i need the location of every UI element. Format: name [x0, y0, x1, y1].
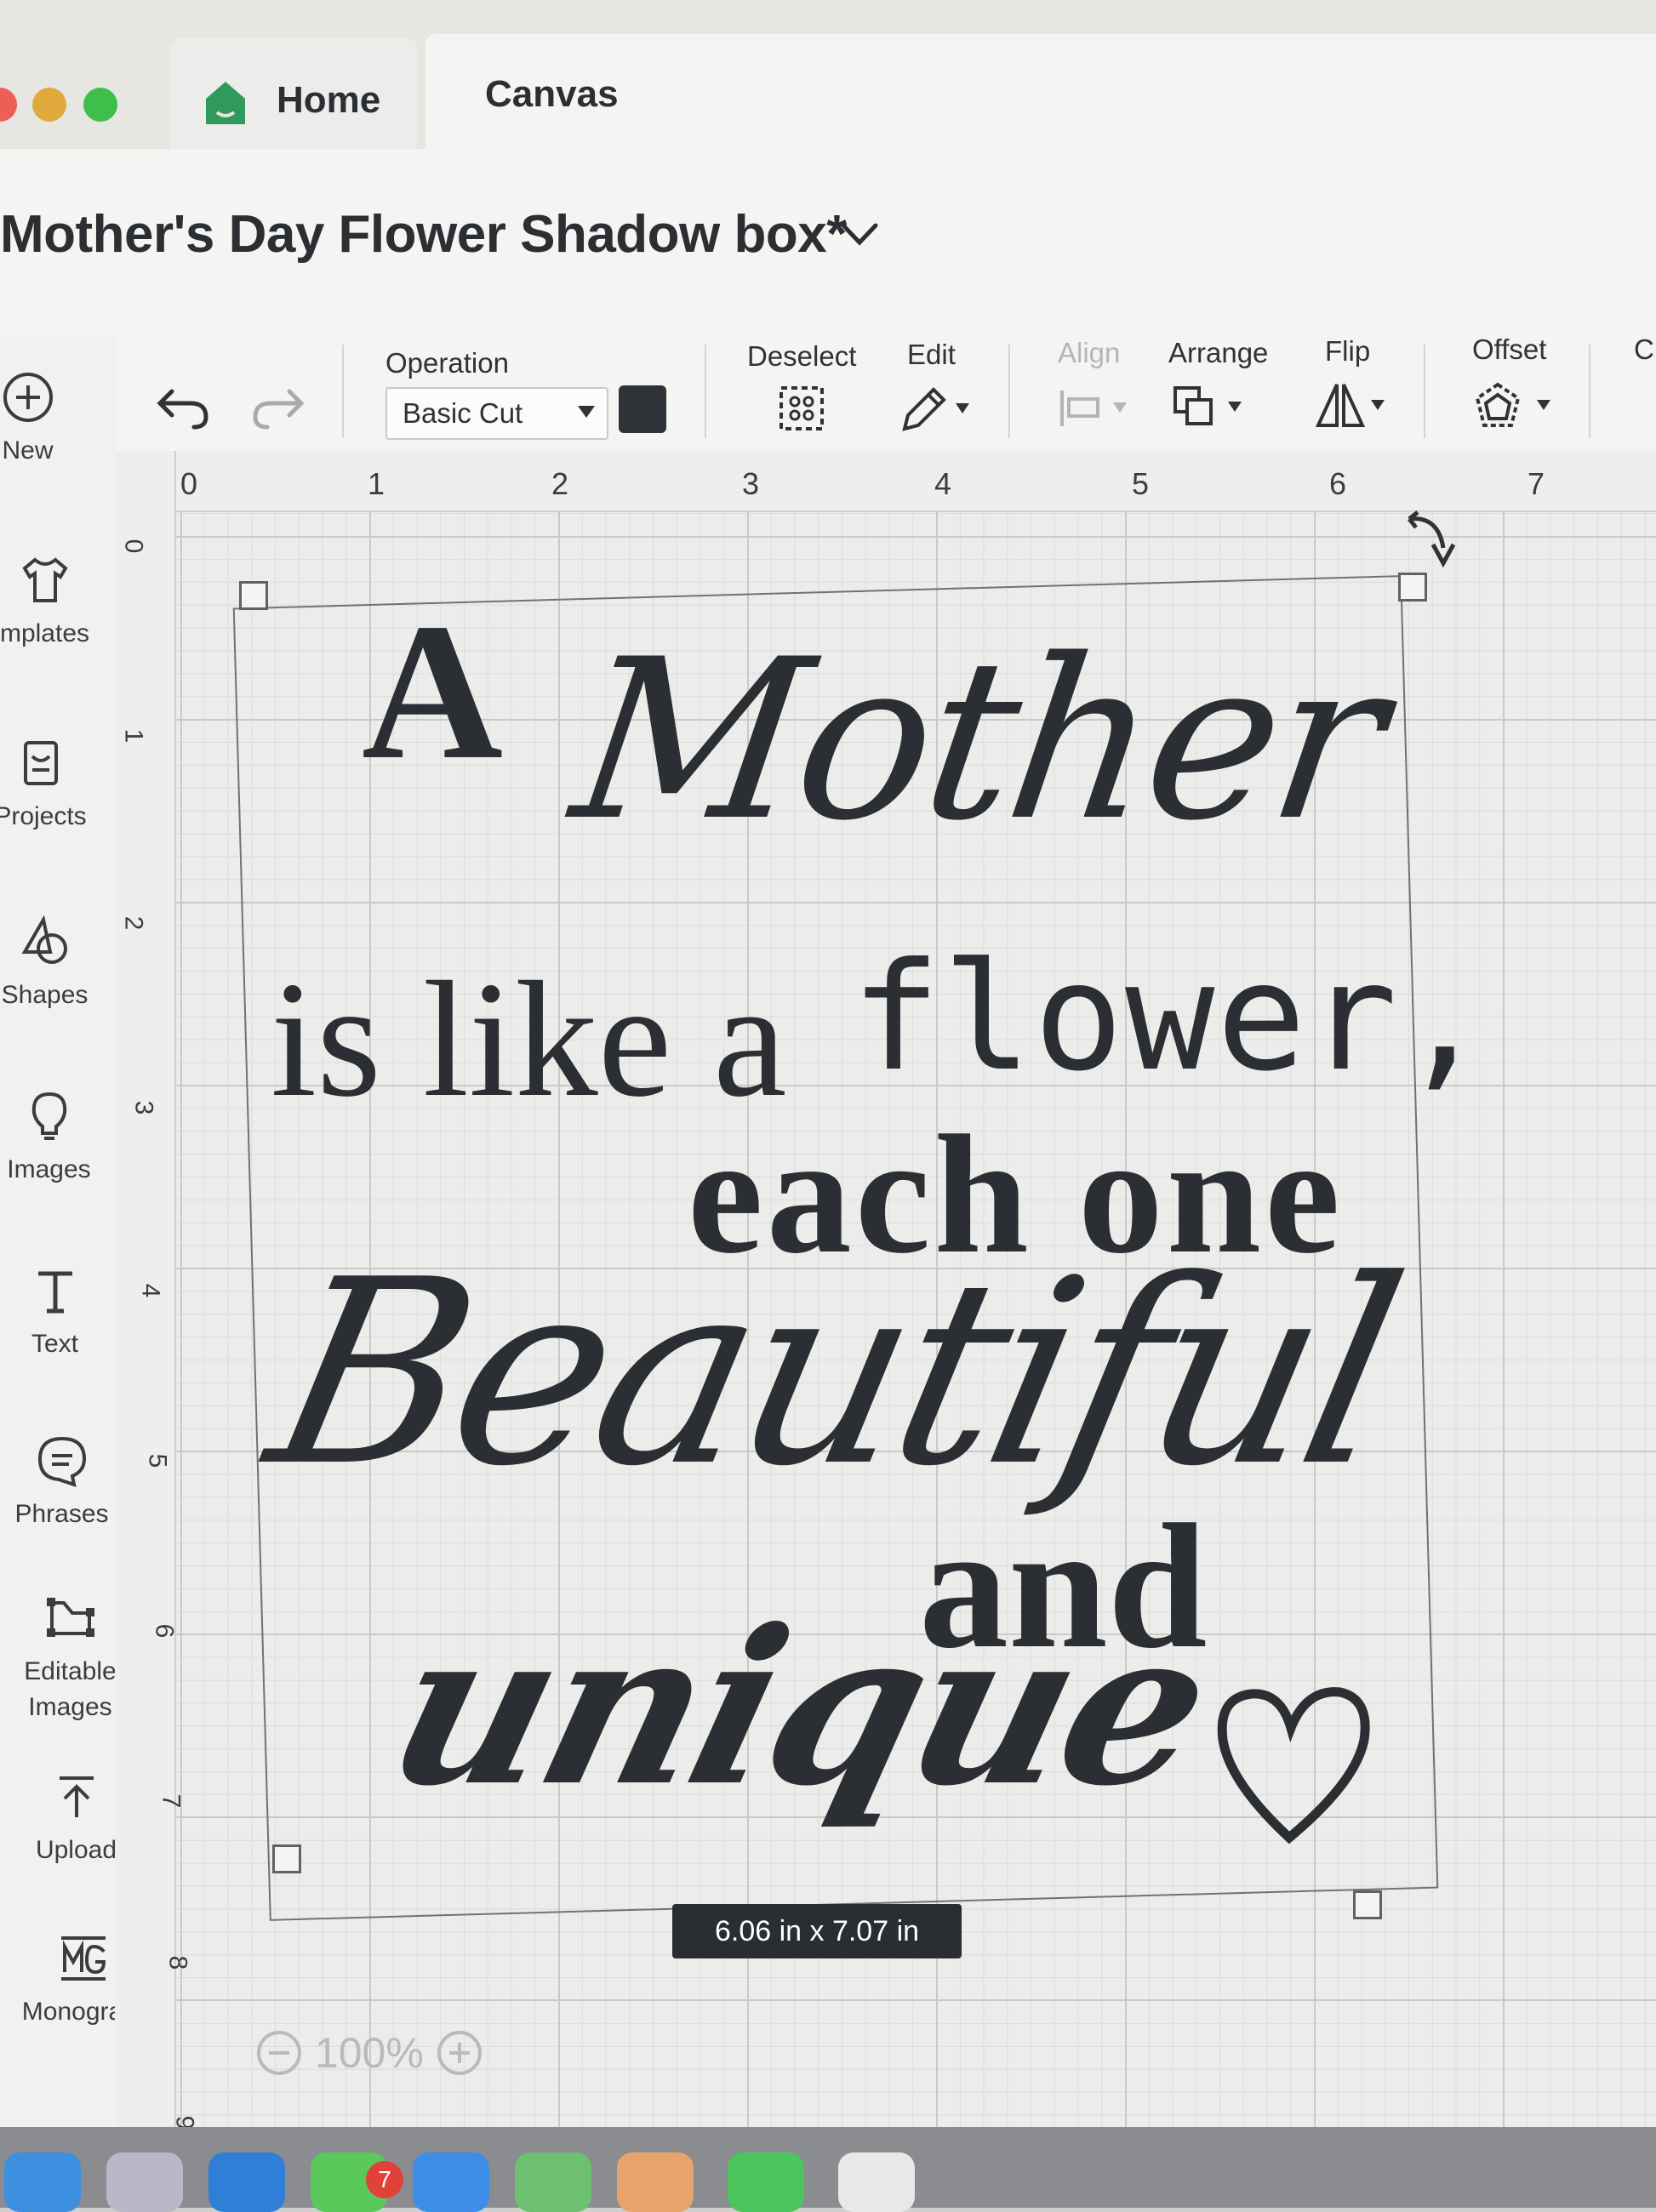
upload-icon [59, 1776, 94, 1817]
flip-icon[interactable] [1315, 381, 1400, 432]
sidebar-item-text[interactable]: Text [0, 1263, 134, 1362]
toolbar-cutoff-label[interactable]: C [1634, 334, 1654, 366]
operation-color-swatch[interactable] [619, 385, 666, 433]
dock-app-calendar[interactable] [838, 2152, 915, 2212]
lightbulb-icon [31, 1092, 66, 1140]
flip-label: Flip [1325, 335, 1371, 367]
tab-canvas-label: Canvas [485, 73, 619, 115]
ruler-top [115, 451, 1656, 512]
text-icon [37, 1271, 72, 1314]
tshirt-icon [21, 557, 68, 602]
sidebar-item-label: New [2, 436, 54, 465]
dock-app-mail[interactable] [413, 2152, 489, 2212]
tab-home-label: Home [277, 79, 381, 121]
scale-handle-bottom-right[interactable] [1353, 1890, 1382, 1919]
arrange-icon[interactable] [1170, 383, 1255, 434]
minimize-window-button[interactable] [32, 88, 66, 122]
speech-bubble-icon [37, 1436, 86, 1487]
sidebar-item-label: Projects [0, 802, 87, 830]
resize-handle-bottom-left[interactable] [272, 1844, 301, 1873]
resize-handle-top-right[interactable] [1398, 573, 1427, 601]
ruler-top-tick: 3 [742, 466, 760, 501]
notification-badge: 7 [366, 2161, 403, 2198]
rotate-icon[interactable] [1404, 510, 1464, 570]
toolbar-divider [705, 345, 706, 438]
undo-icon[interactable] [153, 381, 213, 432]
size-badge: 6.06 in x 7.07 in [672, 1904, 962, 1958]
arrange-label: Arrange [1168, 337, 1269, 368]
ruler-left-tick: 5 [143, 1453, 172, 1468]
align-label: Align [1058, 337, 1121, 368]
offset-label: Offset [1472, 334, 1547, 365]
editable-images-icon [46, 1598, 94, 1637]
ruler-top-tick: 1 [368, 466, 385, 501]
zoom-level: 100% [314, 2028, 424, 2077]
design-text-mother: Mother [560, 613, 1395, 869]
operation-select[interactable]: Basic Cut [385, 387, 608, 440]
pencil-icon[interactable] [898, 383, 974, 434]
offset-icon[interactable] [1472, 381, 1566, 432]
deselect-icon[interactable] [776, 383, 827, 434]
chevron-down-icon[interactable] [838, 217, 881, 251]
toolbar-divider [1008, 345, 1010, 438]
edit-label: Edit [907, 339, 956, 370]
zoom-in-icon[interactable] [436, 2029, 483, 2077]
ruler-left-tick: 1 [119, 728, 148, 744]
operation-label: Operation [385, 347, 509, 379]
ruler-top-tick: 5 [1132, 466, 1150, 501]
resize-handle-top-left[interactable] [239, 581, 268, 610]
sidebar-item-images[interactable]: Images [0, 1089, 128, 1188]
ruler-left-tick: 3 [129, 1100, 158, 1115]
shapes-icon [21, 915, 67, 964]
sidebar-item-templates[interactable]: mplates [0, 553, 123, 652]
ruler-top-tick: 4 [934, 466, 952, 501]
design-text-unique: unique [368, 1582, 1230, 1833]
toolbar-divider [342, 345, 344, 438]
dock-app-maps[interactable] [515, 2152, 591, 2212]
align-icon [1060, 391, 1127, 426]
ruler-left-tick: 0 [119, 539, 148, 554]
ruler-top-tick: 0 [180, 466, 198, 501]
dock-app-photos[interactable] [617, 2152, 694, 2212]
toolbar-divider [1424, 345, 1425, 438]
ruler-left-tick: 2 [119, 915, 148, 931]
ruler-left-tick: 8 [163, 1955, 192, 1970]
zoom-out-icon[interactable] [255, 2029, 303, 2077]
ruler-top-tick: 6 [1329, 466, 1347, 501]
dock-app-facetime[interactable] [728, 2152, 804, 2212]
dock-app-safari[interactable] [208, 2152, 285, 2212]
sidebar-item-label: Shapes [1, 981, 89, 1009]
project-title[interactable]: Mother's Day Flower Shadow box* [0, 204, 847, 265]
projects-icon [23, 741, 58, 785]
sidebar-item-label: Images [7, 1155, 91, 1183]
ruler-left-tick: 4 [136, 1283, 165, 1298]
design-text-a: A [362, 583, 504, 800]
ruler-left-tick: 7 [157, 1793, 186, 1809]
operation-value: Basic Cut [403, 397, 523, 429]
sidebar-item-shapes[interactable]: Shapes [0, 915, 123, 1013]
dock-app-finder[interactable] [4, 2152, 81, 2212]
zoom-window-button[interactable] [83, 88, 117, 122]
zoom-control: 100% [255, 2025, 483, 2078]
plus-circle-icon [3, 373, 53, 422]
redo-icon[interactable] [248, 381, 308, 432]
design-text-flower: flower, [851, 932, 1491, 1104]
design-text-beautiful: Beautiful [248, 1225, 1416, 1522]
deselect-label: Deselect [747, 340, 857, 372]
caret-down-icon [578, 406, 595, 418]
sidebar-item-projects[interactable]: Projects [0, 736, 119, 835]
monogram-icon [60, 1936, 106, 1981]
ruler-left-tick: 6 [150, 1623, 179, 1639]
ruler-top-tick: 2 [551, 466, 569, 501]
toolbar-divider [1589, 345, 1590, 438]
sidebar-item-label: mplates [0, 619, 90, 647]
heart-icon [1217, 1687, 1370, 1844]
dock-app-launchpad[interactable] [106, 2152, 183, 2212]
home-icon [206, 82, 245, 124]
ruler-top-tick: 7 [1528, 466, 1545, 501]
sidebar-item-label: Text [31, 1330, 79, 1358]
sidebar-item-new[interactable]: New [0, 370, 106, 469]
